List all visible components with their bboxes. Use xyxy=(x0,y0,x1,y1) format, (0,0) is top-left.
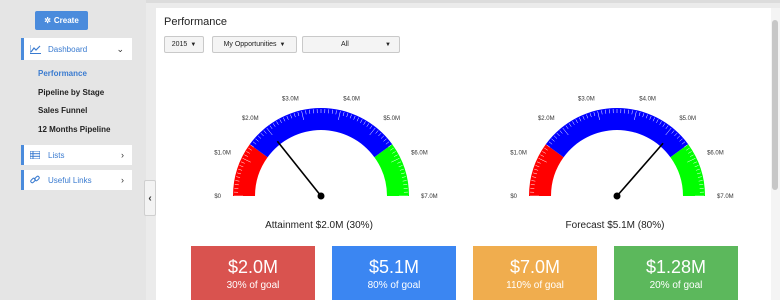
scope-dropdown[interactable]: My Opportunities ▼ xyxy=(212,36,297,53)
kpi-tile-attainment: $2.0M 30% of goal xyxy=(191,246,315,300)
gauge-tick-label: $5.0M xyxy=(383,116,400,122)
gauge-tick-label: $4.0M xyxy=(639,97,656,103)
kpi-subtitle: 20% of goal xyxy=(649,280,703,291)
gauge-band xyxy=(249,107,393,158)
gauge-tick-label: $2.0M xyxy=(538,116,555,122)
chevron-right-icon: › xyxy=(121,150,124,160)
sidebar-item-useful-links[interactable]: Useful Links › xyxy=(21,170,132,190)
caret-down-icon: ▼ xyxy=(190,41,197,48)
forecast-gauge: $0 $1.0M $2.0M $3.0M $4.0M $5.0M $6.0M $7.0M xyxy=(510,97,734,200)
gauge-tick-label: $0 xyxy=(214,194,221,200)
kpi-value: $1.28M xyxy=(645,257,707,277)
caret-down-icon: ▼ xyxy=(279,41,286,48)
kpi-value: $5.1M xyxy=(368,257,420,277)
list-icon xyxy=(30,151,44,159)
gauge-tick-label: $6.0M xyxy=(707,151,724,157)
gauge-tick-label: $1.0M xyxy=(510,151,527,157)
gauge-tick-label: $7.0M xyxy=(421,194,438,200)
year-dropdown-value: 2015 xyxy=(171,41,188,48)
sidebar-subitem-sales-funnel[interactable]: Sales Funnel xyxy=(38,106,87,115)
link-icon xyxy=(30,175,44,185)
attainment-caption: Attainment $2.0M (30%) xyxy=(265,220,373,231)
owner-dropdown-value: All xyxy=(341,41,349,48)
kpi-value: $7.0M xyxy=(509,257,561,277)
kpi-subtitle: 30% of goal xyxy=(226,280,280,291)
chevron-right-icon: › xyxy=(121,175,124,185)
gauge-tick-label: $0 xyxy=(510,194,517,200)
gear-icon: ✲ xyxy=(44,16,51,25)
gauge-tick-label: $6.0M xyxy=(411,151,428,157)
create-button[interactable]: ✲ Create xyxy=(35,11,88,30)
sidebar-item-label: Useful Links xyxy=(48,175,92,185)
gauge-tick-label: $3.0M xyxy=(578,97,595,103)
sidebar-subitem-performance[interactable]: Performance xyxy=(38,69,87,78)
page-title: Performance xyxy=(164,16,227,28)
collapse-sidebar-button[interactable]: ‹ xyxy=(144,180,156,216)
gauge-tick-label: $3.0M xyxy=(282,97,299,103)
gauge-band xyxy=(545,107,689,158)
line-chart-icon xyxy=(30,44,44,54)
gauge-tick-label: $2.0M xyxy=(242,116,259,122)
create-button-label: Create xyxy=(53,16,79,25)
sidebar-subitem-pipeline-by-stage[interactable]: Pipeline by Stage xyxy=(38,88,104,97)
sidebar-item-lists[interactable]: Lists › xyxy=(21,145,132,165)
scope-dropdown-value: My Opportunities xyxy=(223,41,277,48)
owner-dropdown[interactable]: All ▼ xyxy=(302,36,400,53)
attainment-gauge: $0 $1.0M $2.0M $3.0M $4.0M $5.0M $6.0M $7.0M xyxy=(214,97,438,200)
gauge-tick-label: $1.0M xyxy=(214,151,231,157)
kpi-subtitle: 80% of goal xyxy=(367,280,421,291)
sidebar-item-label: Dashboard xyxy=(48,44,88,54)
gauge-hub xyxy=(613,192,621,200)
sidebar-item-dashboard[interactable]: Dashboard ⌄ xyxy=(21,38,132,60)
gauge-hub xyxy=(317,192,325,200)
gauge-tick-label: $7.0M xyxy=(717,194,734,200)
kpi-value: $2.0M xyxy=(227,257,279,277)
chevron-down-icon: ⌄ xyxy=(116,43,124,54)
caret-down-icon: ▼ xyxy=(385,41,391,48)
kpi-tile-goal: $7.0M 110% of goal xyxy=(473,246,597,300)
sidebar-subitem-12-months-pipeline[interactable]: 12 Months Pipeline xyxy=(38,125,110,134)
forecast-caption: Forecast $5.1M (80%) xyxy=(565,220,665,231)
kpi-subtitle: 110% of goal xyxy=(506,280,564,291)
chevron-left-icon: ‹ xyxy=(148,192,152,204)
year-dropdown[interactable]: 2015 ▼ xyxy=(164,36,204,53)
sidebar-item-label: Lists xyxy=(48,150,65,160)
kpi-tile-gap: $1.28M 20% of goal xyxy=(614,246,738,300)
gauge-needle xyxy=(616,142,664,197)
kpi-tile-forecast: $5.1M 80% of goal xyxy=(332,246,456,300)
sidebar: ✲ Create Dashboard ⌄ Performance Pipelin… xyxy=(0,0,146,300)
gauge-tick-label: $4.0M xyxy=(343,97,360,103)
gauge-tick-label: $5.0M xyxy=(679,116,696,122)
gauge-needle xyxy=(276,140,322,197)
scrollbar-thumb[interactable] xyxy=(772,20,778,190)
